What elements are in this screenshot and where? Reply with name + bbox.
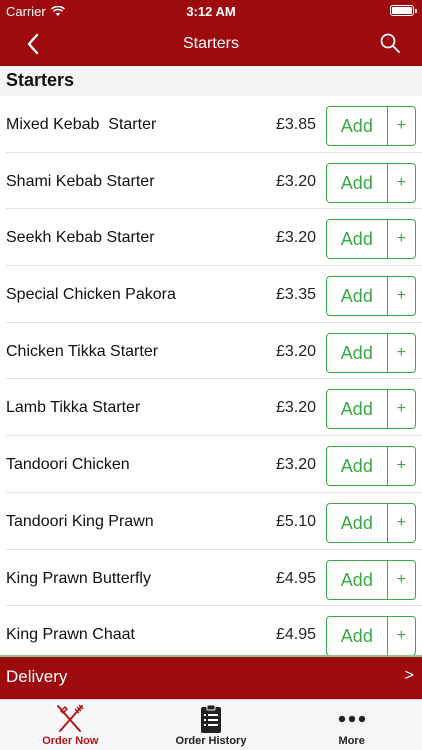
tab-bar: Order Now Order History More bbox=[0, 699, 422, 750]
status-time: 3:12 AM bbox=[186, 4, 236, 19]
add-to-order-button[interactable]: Add + bbox=[326, 276, 416, 317]
add-to-order-button[interactable]: Add + bbox=[326, 446, 416, 487]
add-to-order-button[interactable]: Add + bbox=[326, 332, 416, 373]
item-price: £3.20 bbox=[275, 342, 316, 360]
tab-more[interactable]: More bbox=[281, 700, 422, 750]
clipboard-icon bbox=[201, 704, 221, 733]
page-title: Starters bbox=[182, 35, 239, 52]
add-label: Add bbox=[327, 277, 388, 316]
more-dots-icon bbox=[338, 715, 365, 723]
add-to-order-button[interactable]: Add + bbox=[326, 219, 416, 260]
item-name: Mixed Kebab Starter bbox=[6, 116, 157, 133]
section-heading: Starters bbox=[0, 66, 422, 96]
menu-item-row: Mixed Kebab Starter £3.85 Add + bbox=[6, 96, 422, 153]
item-name: Seekh Kebab Starter bbox=[6, 229, 155, 247]
tab-order-now[interactable]: Order Now bbox=[0, 700, 141, 750]
item-price: £3.20 bbox=[275, 172, 316, 190]
menu-item-row: Chicken Tikka Starter £3.20 Add + bbox=[6, 323, 422, 380]
plus-icon: + bbox=[396, 117, 406, 134]
item-name: Shami Kebab Starter bbox=[6, 172, 155, 190]
add-label: Add bbox=[327, 447, 388, 486]
item-price: £3.20 bbox=[275, 399, 316, 417]
tab-label: Order History bbox=[175, 735, 247, 747]
add-label: Add bbox=[327, 617, 388, 656]
search-icon[interactable] bbox=[378, 31, 402, 55]
add-to-order-button[interactable]: Add + bbox=[326, 616, 416, 656]
plus-icon: + bbox=[396, 230, 406, 248]
plus-icon: + bbox=[396, 627, 406, 645]
menu-item-row: King Prawn Butterfly £4.95 Add + bbox=[6, 550, 422, 607]
tab-label: Order Now bbox=[42, 735, 99, 747]
item-name: Lamb Tikka Starter bbox=[6, 399, 141, 417]
item-price: £3.20 bbox=[275, 456, 316, 474]
plus-icon: + bbox=[396, 173, 406, 191]
add-to-order-button[interactable]: Add + bbox=[326, 389, 416, 430]
item-price: £3.35 bbox=[275, 286, 316, 304]
menu-item-row: Seekh Kebab Starter £3.20 Add + bbox=[6, 209, 422, 267]
plus-icon: + bbox=[396, 457, 406, 475]
plus-icon: + bbox=[396, 570, 406, 588]
menu-item-row: Special Chicken Pakora £3.35 Add + bbox=[6, 266, 422, 323]
add-label: Add bbox=[327, 220, 388, 259]
item-name: Chicken Tikka Starter bbox=[6, 342, 159, 360]
plus-icon: + bbox=[396, 513, 406, 531]
nav-bar: Starters bbox=[0, 22, 422, 66]
item-name: Tandoori Chicken bbox=[6, 456, 130, 474]
plus-icon: + bbox=[396, 343, 406, 361]
add-to-order-button[interactable]: Add + bbox=[326, 559, 416, 600]
status-bar: Carrier 3:12 AM bbox=[0, 0, 422, 22]
item-price: £3.85 bbox=[275, 116, 316, 133]
chevron-right-icon: > bbox=[404, 667, 414, 684]
menu-item-row: King Prawn Chaat £4.95 Add + bbox=[6, 606, 422, 656]
plus-icon: + bbox=[396, 287, 406, 305]
battery-icon bbox=[390, 5, 417, 16]
add-label: Add bbox=[327, 390, 388, 429]
item-name: Tandoori King Prawn bbox=[6, 512, 154, 530]
add-label: Add bbox=[327, 107, 388, 145]
menu-item-row: Tandoori King Prawn £5.10 Add + bbox=[6, 493, 422, 550]
item-price: £4.95 bbox=[275, 569, 316, 587]
menu-item-row: Shami Kebab Starter £3.20 Add + bbox=[6, 153, 422, 210]
add-to-order-button[interactable]: Add + bbox=[326, 106, 416, 146]
menu-item-row: Lamb Tikka Starter £3.20 Add + bbox=[6, 379, 422, 437]
menu-item-list: Mixed Kebab Starter £3.85 Add + Shami Ke… bbox=[0, 96, 422, 656]
item-price: £3.20 bbox=[275, 229, 316, 247]
item-name: Special Chicken Pakora bbox=[6, 286, 176, 304]
item-name: King Prawn Chaat bbox=[6, 626, 135, 644]
item-price: £5.10 bbox=[275, 512, 316, 530]
tab-order-history[interactable]: Order History bbox=[141, 700, 282, 750]
item-name: King Prawn Butterfly bbox=[6, 569, 151, 587]
add-label: Add bbox=[327, 560, 388, 599]
add-label: Add bbox=[327, 333, 388, 372]
add-label: Add bbox=[327, 503, 388, 542]
add-to-order-button[interactable]: Add + bbox=[326, 502, 416, 543]
delivery-label: Delivery bbox=[6, 667, 68, 686]
tab-label: More bbox=[338, 735, 365, 747]
delivery-bar[interactable]: Delivery > bbox=[0, 655, 422, 699]
item-price: £4.95 bbox=[275, 626, 316, 644]
fork-knife-icon bbox=[57, 704, 84, 732]
add-to-order-button[interactable]: Add + bbox=[326, 162, 416, 203]
menu-item-row: Tandoori Chicken £3.20 Add + bbox=[6, 436, 422, 493]
plus-icon: + bbox=[396, 400, 406, 418]
add-label: Add bbox=[327, 163, 388, 202]
